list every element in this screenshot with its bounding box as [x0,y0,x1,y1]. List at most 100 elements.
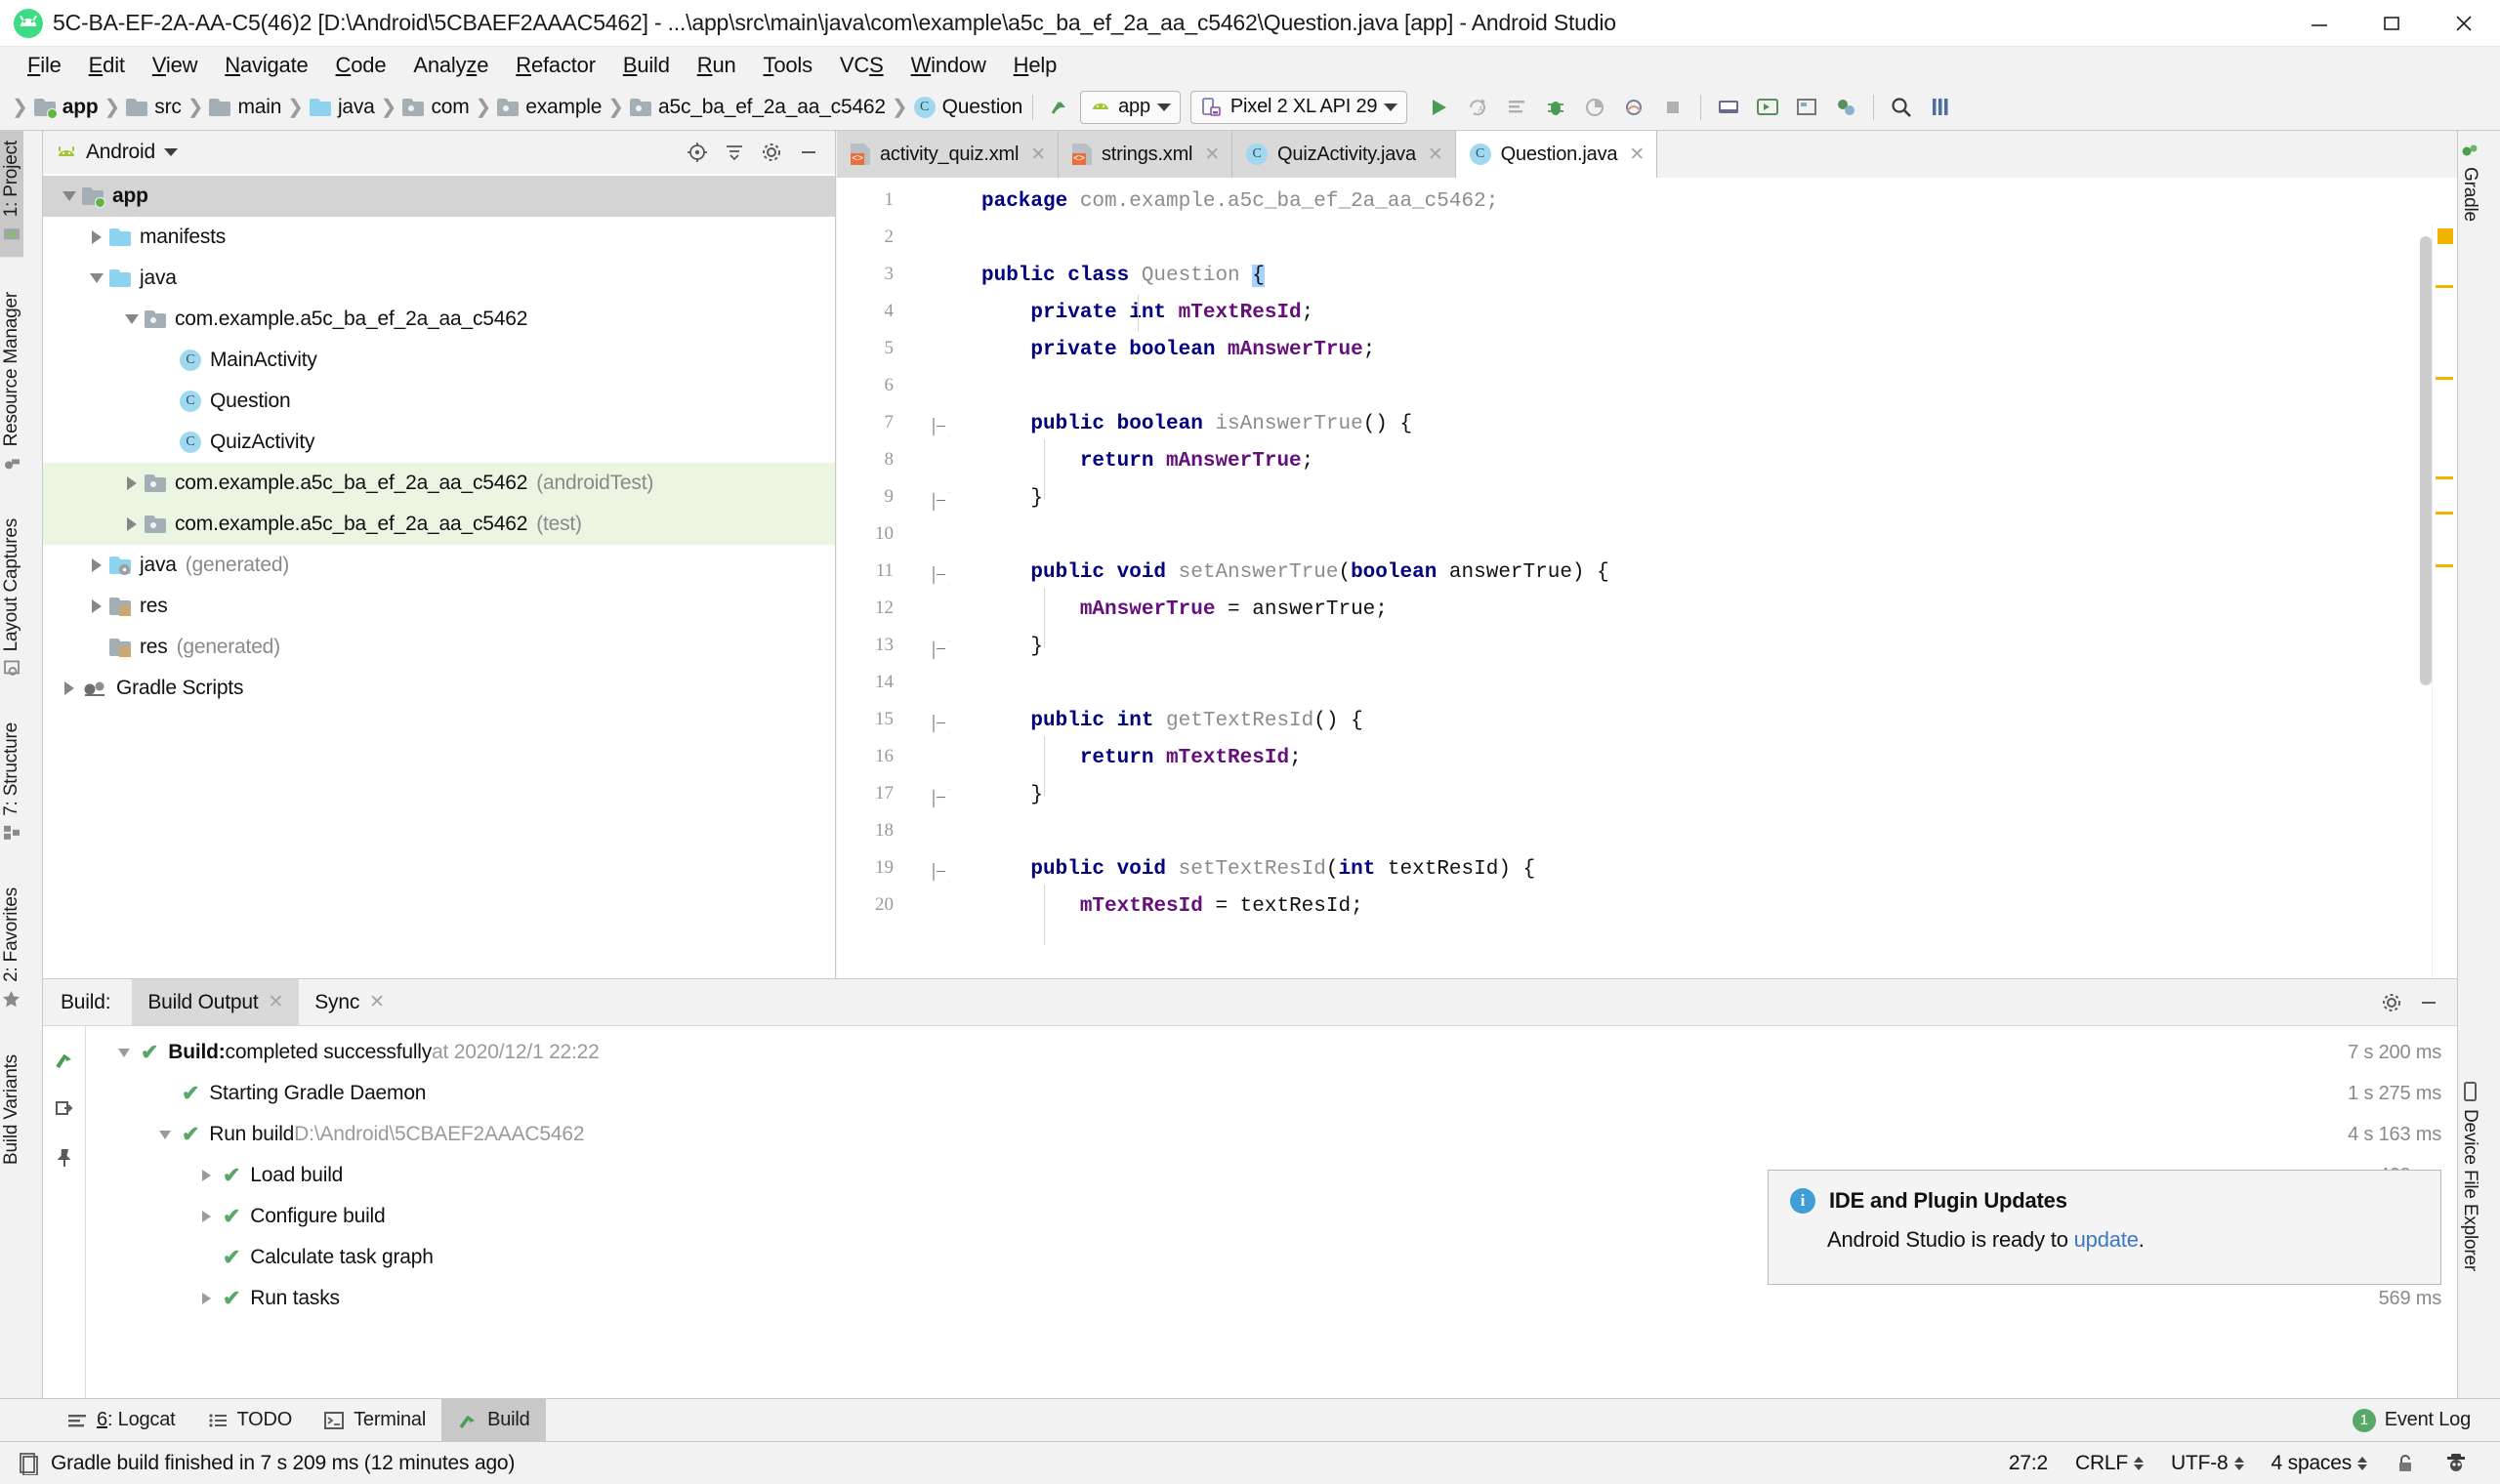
code-line[interactable]: public void setTextResId(int textResId) … [962,851,2457,888]
code-line[interactable] [962,221,2457,258]
tab-question-java[interactable]: C Question.java ✕ [1455,131,1658,178]
expand-arrow-icon[interactable] [193,1293,219,1304]
layout-inspector-icon[interactable] [1787,88,1826,127]
hide-panel-icon[interactable] [790,134,827,171]
breadcrumb-example[interactable]: example [495,94,604,121]
pin-icon[interactable] [43,1134,86,1182]
menu-file[interactable]: File [14,50,75,81]
close-icon[interactable]: ✕ [1028,144,1048,166]
tree-item-gradle-scripts[interactable]: Gradle Scripts [43,668,835,709]
gradle-sync-icon[interactable] [1826,88,1865,127]
sidebar-item-project[interactable]: 1: Project [0,131,23,258]
code-line[interactable]: return mTextResId; [962,740,2457,777]
code-line[interactable]: } [962,629,2457,666]
unlocked-icon[interactable] [2381,1452,2430,1475]
menu-tools[interactable]: Tools [750,50,826,81]
close-icon[interactable]: ✕ [369,991,385,1013]
breadcrumb-package[interactable]: a5c_ba_ef_2a_aa_c5462 [628,94,888,121]
code-line[interactable] [962,666,2457,703]
build-output-row[interactable]: ✔ Starting Gradle Daemon 1 s 275 ms [86,1073,2457,1114]
run-with-coverage-icon[interactable] [1575,88,1614,127]
make-project-icon[interactable] [1041,88,1080,127]
line-separator-selector[interactable]: CRLF [2062,1452,2157,1475]
menu-view[interactable]: View [139,50,212,81]
expand-arrow-icon[interactable] [193,1170,219,1181]
close-icon[interactable] [2428,0,2500,47]
expand-arrow-icon[interactable] [119,517,145,531]
caret-position[interactable]: 27:2 [1995,1452,2062,1475]
project-view-selector-label[interactable]: Android [86,141,155,164]
fold-toggle-icon[interactable] [933,418,950,436]
code-line[interactable]: mTextResId = textResId; [962,888,2457,926]
expand-arrow-icon[interactable] [152,1130,178,1139]
sidebar-item-layout-captures[interactable]: Layout Captures [0,509,23,687]
inspection-status-icon[interactable] [2438,228,2453,244]
apply-changes-icon[interactable] [1497,88,1536,127]
rerun-icon[interactable]: A [1458,88,1497,127]
code-line[interactable]: public class Question { [962,258,2457,295]
fold-toggle-icon[interactable] [933,566,950,585]
avd-manager-icon[interactable] [1709,88,1748,127]
sdk-manager-icon[interactable] [1748,88,1787,127]
run-icon[interactable] [1419,88,1458,127]
code-line[interactable]: public boolean isAnswerTrue() { [962,406,2457,443]
code-line[interactable]: package com.example.a5c_ba_ef_2a_aa_c546… [962,184,2457,221]
expand-arrow-icon[interactable] [57,191,82,201]
breadcrumb-src[interactable]: src [124,94,183,121]
tab-build-output[interactable]: Build Output ✕ [132,978,300,1026]
build-icon[interactable] [43,1036,86,1085]
restart-icon[interactable] [43,1085,86,1134]
sidebar-item-structure[interactable]: 7: Structure [0,713,23,852]
update-link[interactable]: update [2074,1227,2139,1252]
expand-arrow-icon[interactable] [119,476,145,490]
menu-vcs[interactable]: VCS [826,50,897,81]
tool-window-event-log[interactable]: 1 Event Log [2337,1399,2486,1441]
tab-sync[interactable]: Sync ✕ [299,979,400,1026]
menu-refactor[interactable]: Refactor [502,50,609,81]
code-line[interactable]: public void setAnswerTrue(boolean answer… [962,555,2457,592]
sidebar-item-gradle[interactable]: Gradle [2458,131,2481,231]
tree-item-java[interactable]: java [43,258,835,299]
code-line[interactable]: private int mTextResId; [962,295,2457,332]
notification-balloon[interactable]: i IDE and Plugin Updates Android Studio … [1768,1170,2441,1285]
tool-window-todo[interactable]: TODO [191,1399,309,1441]
expand-arrow-icon[interactable] [84,599,109,613]
stop-icon[interactable] [1653,88,1692,127]
tree-item-res[interactable]: res [43,586,835,627]
close-icon[interactable]: ✕ [269,991,284,1013]
sidebar-item-resource-manager[interactable]: Resource Manager [0,282,23,482]
expand-arrow-icon[interactable] [84,558,109,572]
fold-toggle-icon[interactable] [933,715,950,733]
expand-arrow-icon[interactable] [84,230,109,244]
menu-navigate[interactable]: Navigate [211,50,321,81]
menu-window[interactable]: Window [897,50,1000,81]
build-output-row[interactable]: ✔ Build: completed successfully at 2020/1… [86,1032,2457,1073]
breadcrumb-app[interactable]: app [32,94,101,121]
tree-item-package-test[interactable]: com.example.a5c_ba_ef_2a_aa_c5462 (test) [43,504,835,545]
code-line[interactable]: } [962,480,2457,517]
settings-gear-icon[interactable] [753,134,790,171]
tool-window-logcat[interactable]: 6: Logcat [51,1399,191,1441]
device-selector[interactable]: Pixel 2 XL API 29 [1189,90,1408,124]
run-configuration-selector[interactable]: app [1080,90,1181,124]
collapse-all-icon[interactable] [716,134,753,171]
tree-item-app[interactable]: app [43,176,835,217]
fold-toggle-icon[interactable] [933,641,950,659]
breadcrumb-com[interactable]: com [400,94,471,121]
code-line[interactable]: private boolean mAnswerTrue; [962,332,2457,369]
tree-item-quizactivity[interactable]: C QuizActivity [43,422,835,463]
sidebar-item-favorites[interactable]: 2: Favorites [0,878,23,1019]
menu-code[interactable]: Code [322,50,400,81]
code-line[interactable]: } [962,777,2457,814]
settings-gear-icon[interactable] [2373,984,2410,1021]
search-icon[interactable] [1882,88,1921,127]
hide-panel-icon[interactable] [2410,984,2447,1021]
tool-window-terminal[interactable]: Terminal [308,1399,441,1441]
close-icon[interactable]: ✕ [1627,144,1646,166]
breadcrumb-question[interactable]: C Question [912,94,1024,121]
code-line[interactable] [962,369,2457,406]
menu-build[interactable]: Build [609,50,684,81]
expand-arrow-icon[interactable] [84,273,109,283]
breadcrumb-main[interactable]: main [207,94,283,121]
tab-strings-xml[interactable]: <> strings.xml ✕ [1058,131,1233,178]
